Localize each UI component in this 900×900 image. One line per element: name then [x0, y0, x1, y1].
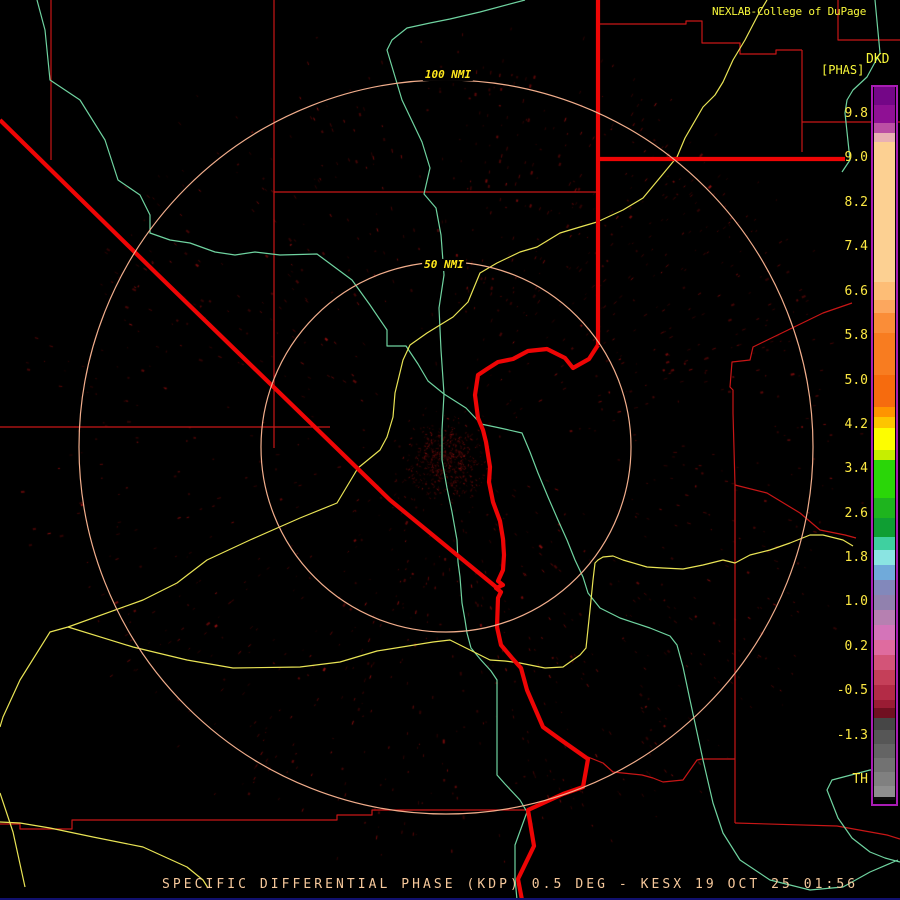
colorbar-segment	[874, 282, 895, 300]
colorbar-tick-label: -0.5	[837, 683, 868, 698]
colorbar-segment	[874, 685, 895, 700]
colorbar-segment	[874, 460, 895, 498]
colorbar-segment	[874, 700, 895, 708]
colorbar-tick-label: 1.8	[845, 550, 868, 565]
colorbar-tick-label: 0.2	[845, 639, 868, 654]
colorbar-tick-label: 8.2	[845, 195, 868, 210]
colorbar-segment	[874, 565, 895, 580]
product-status-text: SPECIFIC DIFFERENTIAL PHASE (KDP) 0.5 DE…	[162, 878, 858, 892]
branding-text: NEXLAB-College of DuPage	[712, 6, 866, 18]
colorbar-segment	[874, 580, 895, 595]
range-ring-label-50nmi: 50 NMI	[422, 259, 466, 271]
colorbar-segment	[874, 142, 895, 282]
layer-county-borders	[0, 0, 900, 839]
colorbar-segment	[874, 498, 895, 518]
colorbar-segment	[874, 708, 895, 718]
colorbar-segment	[874, 123, 895, 133]
colorbar-segment	[874, 797, 895, 800]
colorbar-segment	[874, 655, 895, 670]
colorbar-segment	[874, 417, 895, 428]
colorbar-tick-label: 9.8	[845, 106, 868, 121]
colorbar-tick-label: 9.0	[845, 150, 868, 165]
layer-rivers	[37, 0, 900, 900]
map-overlay-layer	[0, 0, 900, 900]
colorbar-tick-label: 1.0	[845, 594, 868, 609]
colorbar-tick-label: 5.8	[845, 328, 868, 343]
colorbar-segment	[874, 610, 895, 625]
colorbar-tick-label: 7.4	[845, 239, 868, 254]
colorbar-segment	[874, 595, 895, 610]
colorbar-tick-label: -1.3	[837, 728, 868, 743]
colorbar-segment	[874, 133, 895, 142]
colorbar-segment	[874, 744, 895, 758]
colorbar-segment	[874, 625, 895, 640]
colorbar-segment	[874, 786, 895, 797]
colorbar-segment	[874, 313, 895, 333]
colorbar-segment	[874, 450, 895, 460]
colorbar	[871, 85, 898, 806]
colorbar-segment	[874, 407, 895, 417]
layer-highways	[0, 0, 853, 888]
colorbar-segment	[874, 758, 895, 772]
layer-state-borders	[0, 0, 845, 900]
colorbar-segment	[874, 772, 895, 786]
colorbar-segment	[874, 300, 895, 313]
colorbar-segment	[874, 105, 895, 123]
colorbar-segment	[874, 375, 895, 407]
colorbar-tick-label: TH	[852, 772, 868, 787]
colorbar-segment	[874, 718, 895, 730]
colorbar-segment	[874, 670, 895, 685]
colorbar-segment	[874, 537, 895, 550]
colorbar-segment	[874, 333, 895, 375]
cod-weather-flag-icon	[858, 3, 900, 58]
colorbar-segment	[874, 550, 895, 565]
layer-range-rings	[79, 80, 813, 814]
colorbar-segment	[874, 640, 895, 655]
colorbar-segment	[874, 518, 895, 537]
product-units-label: [PHAS]	[821, 64, 864, 77]
colorbar-segment	[874, 428, 895, 450]
colorbar-segment	[874, 87, 895, 105]
colorbar-tick-label: 3.4	[845, 461, 868, 476]
colorbar-tick-label: 5.0	[845, 373, 868, 388]
range-ring-label-100nmi: 100 NMI	[423, 69, 473, 81]
colorbar-tick-label: 2.6	[845, 506, 868, 521]
radar-display: 9.8 9.0 8.2 7.4 6.6 5.8 5.0 4.2 3.4 2.6 1.8 1.0 0.2 -…	[0, 0, 900, 900]
colorbar-segment	[874, 730, 895, 744]
colorbar-tick-label: 4.2	[845, 417, 868, 432]
product-code-label: DKD	[866, 53, 889, 67]
colorbar-tick-label: 6.6	[845, 284, 868, 299]
